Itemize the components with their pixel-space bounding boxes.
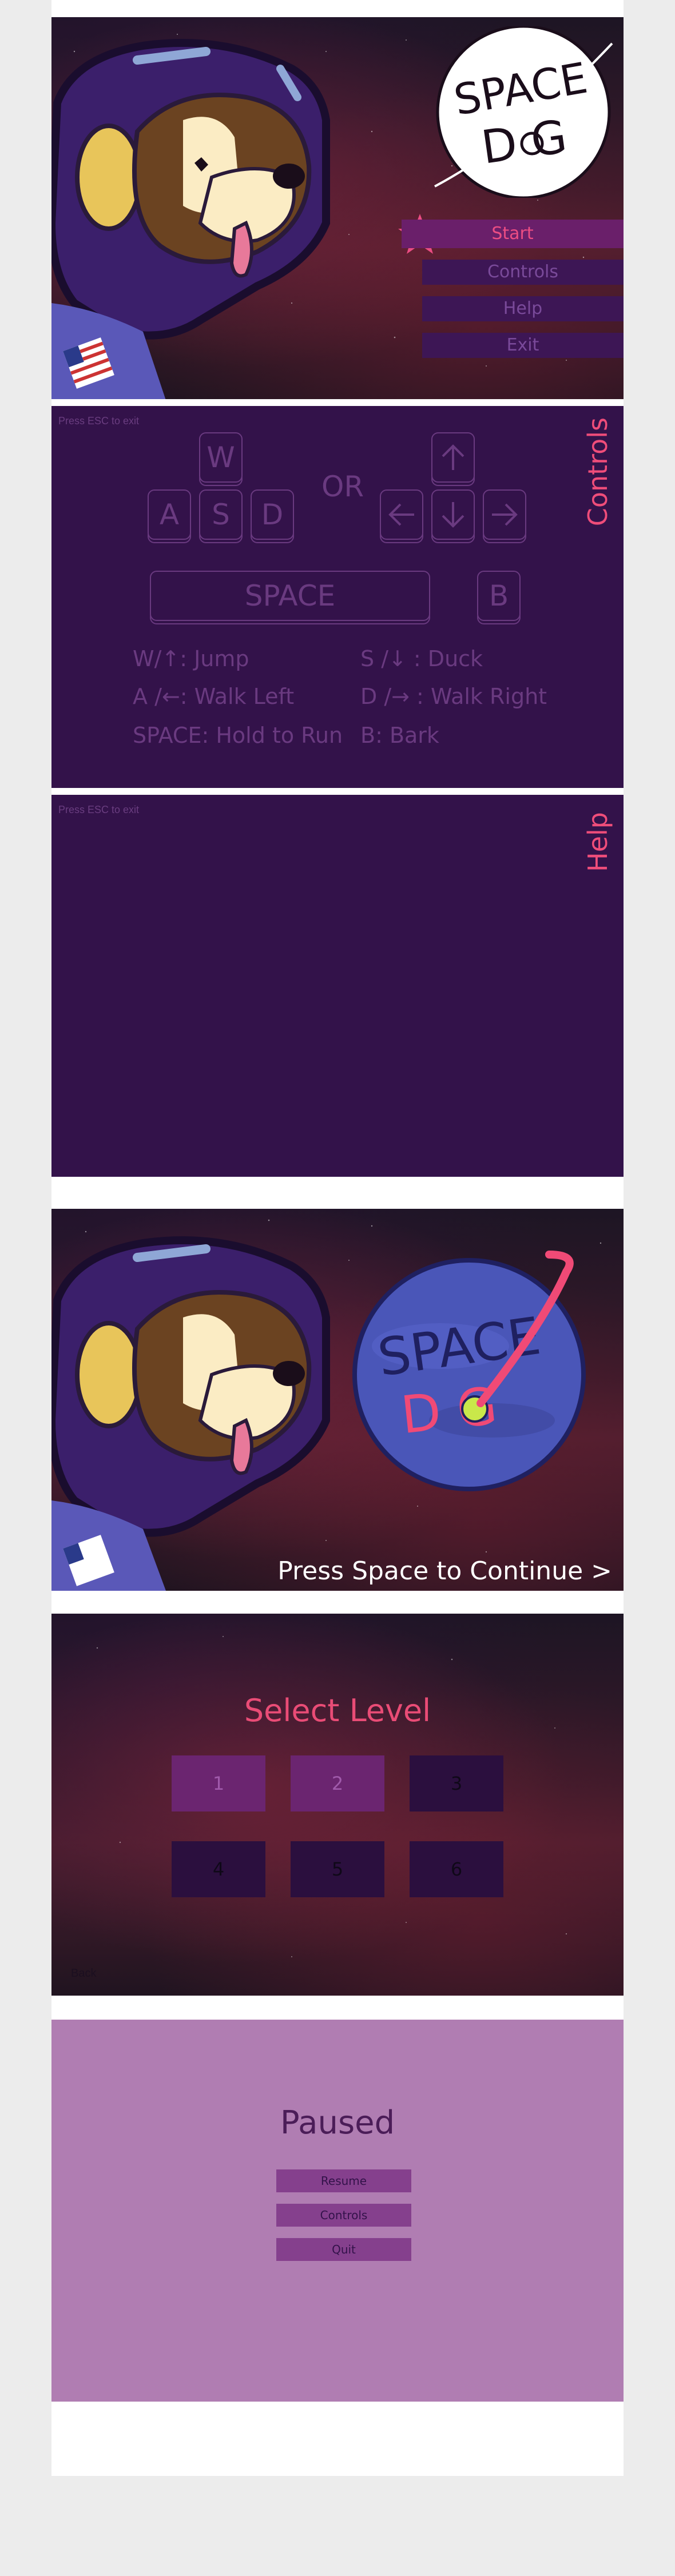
legend-jump: W/↑: Jump xyxy=(133,646,249,671)
down-arrow-key xyxy=(431,489,475,540)
s-key: S xyxy=(199,489,243,540)
resume-button[interactable]: Resume xyxy=(276,2169,411,2192)
arrow-up-icon xyxy=(442,444,464,470)
pause-screen: Paused Resume Controls Quit xyxy=(51,2020,624,2402)
level-select-screen: Select Level 1 2 3 4 5 6 Back xyxy=(51,1614,624,1996)
level-3-button[interactable]: 3 xyxy=(410,1755,503,1811)
legend-duck: S /↓ : Duck xyxy=(360,646,483,671)
level-6-button[interactable]: 6 xyxy=(410,1841,503,1897)
level-2-button[interactable]: 2 xyxy=(291,1755,384,1811)
space-dog-logo: SPACE D G xyxy=(434,26,613,198)
pause-controls-button[interactable]: Controls xyxy=(276,2204,411,2227)
back-button[interactable]: Back xyxy=(71,1967,96,1980)
legend-walk-right: D /→ : Walk Right xyxy=(360,684,547,709)
start-button[interactable]: Start xyxy=(402,220,624,248)
level-1-button[interactable]: 1 xyxy=(172,1755,265,1811)
press-space-continue[interactable]: Press Space to Continue > xyxy=(277,1556,612,1586)
esc-hint: Press ESC to exit xyxy=(58,804,140,815)
up-arrow-key xyxy=(431,432,475,483)
legend-bark: B: Bark xyxy=(360,723,439,748)
esc-hint: Press ESC to exit xyxy=(58,415,140,427)
left-arrow-key xyxy=(380,489,423,540)
help-title: Help xyxy=(582,812,613,872)
space-dog-illustration xyxy=(51,39,330,399)
controls-screen: Press ESC to exit Controls W A S D OR SP… xyxy=(51,406,624,788)
w-key: W xyxy=(199,432,243,483)
help-screen: Press ESC to exit Help xyxy=(51,795,624,1177)
help-button[interactable]: Help xyxy=(422,296,624,321)
exit-button[interactable]: Exit xyxy=(422,333,624,358)
quit-button[interactable]: Quit xyxy=(276,2238,411,2261)
controls-button[interactable]: Controls xyxy=(422,260,624,285)
controls-title: Controls xyxy=(582,417,613,527)
d-key: D xyxy=(251,489,294,540)
or-label: OR xyxy=(321,470,364,503)
arrow-right-icon xyxy=(492,503,518,526)
a-key: A xyxy=(148,489,191,540)
legend-run: SPACE: Hold to Run xyxy=(133,723,343,748)
space-key: SPACE xyxy=(150,571,430,621)
arrow-left-icon xyxy=(388,503,414,526)
paused-title: Paused xyxy=(280,2104,395,2141)
page: SPACE D G Start Controls Help Exit Press… xyxy=(51,0,624,2476)
legend-walk-left: A /←: Walk Left xyxy=(133,684,295,709)
level-5-button[interactable]: 5 xyxy=(291,1841,384,1897)
level-4-button[interactable]: 4 xyxy=(172,1841,265,1897)
space-dog-illustration xyxy=(51,1236,330,1591)
splash-screen: SPACE D G Press Space to Continue > xyxy=(51,1209,624,1591)
arrow-down-icon xyxy=(442,502,464,528)
main-menu-screen: SPACE D G Start Controls Help Exit xyxy=(51,17,624,399)
right-arrow-key xyxy=(483,489,526,540)
b-key: B xyxy=(477,571,521,621)
planet-logo: SPACE D G xyxy=(352,1251,586,1491)
select-level-title: Select Level xyxy=(244,1693,431,1729)
